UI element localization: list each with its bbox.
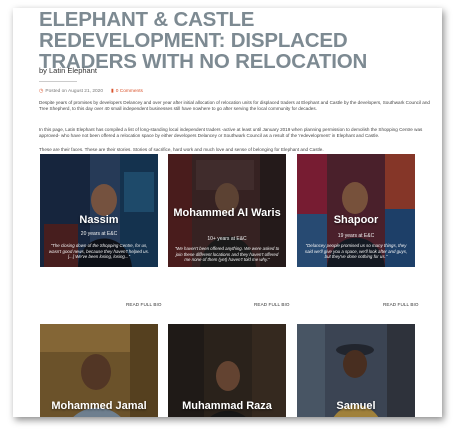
trader-card-nassim[interactable]: Nassim 20 years at E&C "The closing down… — [40, 154, 158, 267]
trader-name: Nassim — [79, 214, 119, 226]
clock-icon: ◷ — [39, 88, 44, 94]
trader-name: Mohammed Jamal — [51, 400, 147, 412]
trader-years: 10+ years at E&C — [207, 236, 247, 242]
trader-card-mohammed-jamal[interactable]: Mohammed Jamal — [40, 324, 158, 417]
trader-quote: "Delancey people promised us so many thi… — [304, 243, 408, 260]
byline[interactable]: by Latin Elephant — [39, 66, 97, 75]
page-title: ELEPHANT & CASTLE REDEVELOPMENT: DISPLAC… — [39, 8, 368, 73]
divider — [39, 81, 77, 82]
trader-quote: "The closing down of the Shopping Centre… — [48, 243, 150, 260]
page-frame: ELEPHANT & CASTLE REDEVELOPMENT: DISPLAC… — [13, 8, 442, 417]
post-meta: ◷ Posted on August 21, 2020 ▮ 0 Comments — [39, 88, 143, 94]
trader-name: Mohammed Al Waris — [173, 207, 281, 219]
read-bio-link[interactable]: READ FULL BIO — [254, 302, 290, 307]
comments-link[interactable]: ▮ 0 Comments — [111, 88, 143, 94]
list-paragraph: In this page, Latin Elephant has compile… — [39, 127, 423, 139]
trader-name: Shapoor — [333, 214, 379, 226]
intro-paragraph: Despite years of promises by developers … — [39, 100, 430, 112]
trader-card-samuel[interactable]: Samuel — [297, 324, 415, 417]
trader-card-shapoor[interactable]: Shapoor 19 years at E&C "Delancey people… — [297, 154, 415, 267]
trader-card-mohammed-al-waris[interactable]: Mohammed Al Waris 10+ years at E&C "We h… — [168, 154, 286, 267]
read-bio-link[interactable]: READ FULL BIO — [126, 302, 162, 307]
trader-years: 19 years at E&C — [337, 233, 375, 239]
trader-name: Samuel — [336, 400, 376, 412]
comment-icon: ▮ — [110, 88, 114, 94]
trader-card-muhammad-raza[interactable]: Muhammad Raza — [168, 324, 286, 417]
trader-quote: "We haven't been offered anything. We we… — [174, 246, 280, 263]
posted-date: ◷ Posted on August 21, 2020 — [39, 88, 103, 94]
faces-paragraph: These are their faces. These are their s… — [39, 147, 324, 152]
trader-years: 20 years at E&C — [80, 231, 118, 237]
trader-name: Muhammad Raza — [182, 400, 272, 412]
read-bio-link[interactable]: READ FULL BIO — [383, 302, 419, 307]
